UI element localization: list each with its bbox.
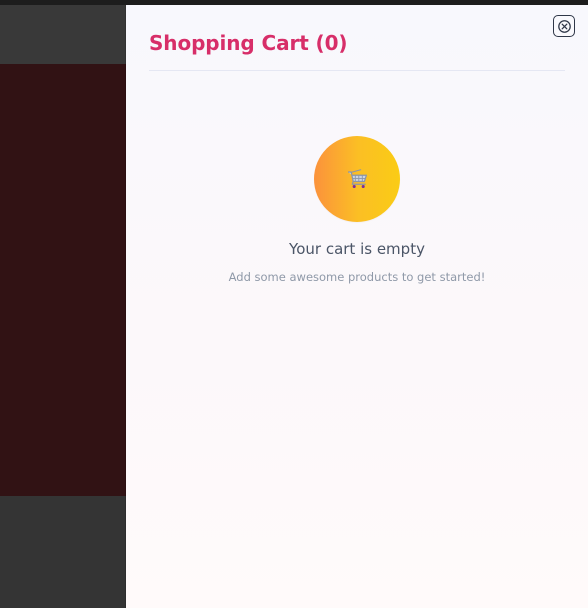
dimmed-page-footer bbox=[0, 496, 126, 608]
shopping-cart-drawer: Shopping Cart (0) Your cart is empty Add… bbox=[126, 5, 588, 608]
dimmed-page-header bbox=[0, 5, 126, 64]
empty-cart-title: Your cart is empty bbox=[289, 240, 425, 258]
shopping-cart-screen: Shopping Cart (0) Your cart is empty Add… bbox=[0, 0, 588, 608]
close-cart-button[interactable] bbox=[553, 15, 575, 37]
empty-cart-badge bbox=[314, 136, 400, 222]
dimmed-page-hero bbox=[0, 64, 126, 496]
cart-header-divider bbox=[149, 70, 565, 71]
cart-title: Shopping Cart (0) bbox=[149, 31, 348, 55]
shopping-cart-icon bbox=[348, 169, 368, 189]
close-icon bbox=[557, 19, 571, 33]
empty-cart-message: Add some awesome products to get started… bbox=[228, 270, 486, 284]
